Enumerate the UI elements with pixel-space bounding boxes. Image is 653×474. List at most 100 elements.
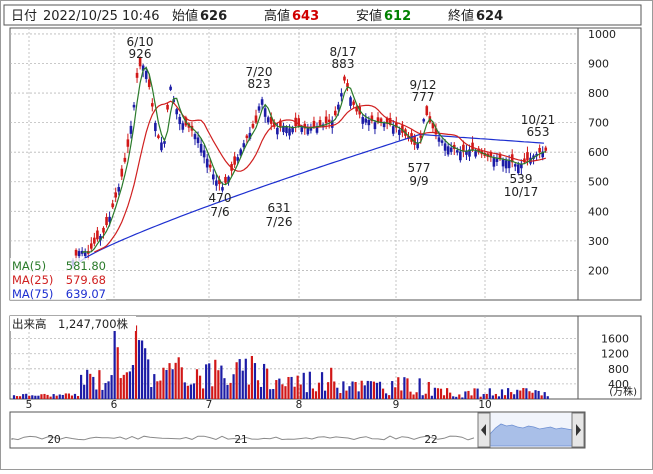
annotation-value: 577 bbox=[408, 161, 431, 175]
volume-bar bbox=[284, 386, 287, 399]
volume-bar bbox=[223, 378, 226, 399]
candle-body bbox=[90, 243, 93, 249]
volume-bar bbox=[92, 376, 95, 399]
candle-body bbox=[419, 135, 422, 138]
volume-bar bbox=[64, 393, 67, 399]
volume-bar bbox=[177, 357, 180, 399]
x-month-label: 10 bbox=[478, 399, 491, 411]
volume-bar bbox=[470, 395, 473, 399]
volume-bar bbox=[159, 380, 162, 399]
candle-body bbox=[443, 143, 447, 151]
volume-bar bbox=[134, 325, 138, 399]
volume-bar bbox=[513, 394, 516, 399]
volume-bar bbox=[458, 394, 461, 399]
volume-bar bbox=[314, 391, 318, 399]
volume-bar bbox=[439, 388, 443, 399]
volume-bar bbox=[113, 329, 116, 399]
navigator-left-handle[interactable] bbox=[477, 412, 491, 448]
volume-bar bbox=[156, 381, 159, 399]
candle-body bbox=[205, 158, 209, 168]
volume-bar bbox=[162, 367, 165, 399]
volume-bar bbox=[449, 392, 452, 399]
candle-body bbox=[425, 106, 429, 116]
price-y-tick-label: 500 bbox=[588, 176, 609, 189]
volume-bar bbox=[232, 374, 235, 399]
candle-body bbox=[221, 187, 224, 191]
volume-bar bbox=[400, 390, 403, 399]
legend-ma25-label: MA(25) bbox=[12, 273, 53, 287]
volume-y-tick-label: 800 bbox=[608, 363, 629, 376]
candle-body bbox=[129, 125, 133, 134]
candle-body bbox=[391, 126, 395, 134]
volume-bar bbox=[116, 347, 119, 399]
volume-bar bbox=[333, 381, 336, 399]
volume-bar bbox=[168, 363, 171, 399]
volume-bar bbox=[464, 391, 467, 399]
volume-bar bbox=[348, 386, 351, 399]
volume-bar bbox=[302, 372, 305, 399]
volume-bar bbox=[192, 383, 196, 399]
volume-bar bbox=[388, 395, 391, 399]
candle-body bbox=[257, 106, 261, 111]
volume-bar bbox=[418, 378, 421, 399]
volume-bar bbox=[476, 388, 479, 399]
candle-body bbox=[105, 216, 108, 226]
volume-bar bbox=[86, 369, 89, 399]
candle-body bbox=[504, 160, 508, 169]
candle-body bbox=[367, 119, 371, 126]
candle-body bbox=[123, 157, 127, 162]
navigator-year-label: 21 bbox=[234, 434, 247, 446]
volume-bar bbox=[253, 363, 257, 399]
navigator-right-handle[interactable] bbox=[571, 412, 585, 448]
volume-bar bbox=[342, 381, 345, 399]
volume-y-tick-label: 1600 bbox=[601, 333, 629, 346]
volume-bar bbox=[336, 387, 339, 399]
volume-bar bbox=[104, 383, 107, 399]
candle-body bbox=[196, 137, 200, 144]
volume-bar bbox=[61, 394, 64, 399]
volume-bar bbox=[537, 390, 540, 399]
volume-bar bbox=[430, 395, 433, 399]
volume-title: 出来高 bbox=[12, 317, 47, 331]
volume-bar bbox=[543, 392, 546, 399]
candle-body bbox=[318, 120, 322, 126]
price-y-tick-label: 600 bbox=[588, 146, 609, 159]
volume-bar bbox=[540, 395, 543, 399]
volume-bar bbox=[424, 393, 427, 399]
volume-bar bbox=[415, 392, 418, 399]
candle-body bbox=[364, 118, 368, 123]
candle-body bbox=[202, 150, 206, 158]
volume-bar bbox=[22, 394, 25, 399]
volume-bar bbox=[345, 390, 348, 399]
volume-bar bbox=[147, 359, 150, 399]
volume-bar bbox=[244, 358, 247, 399]
volume-bar bbox=[366, 380, 369, 399]
volume-bar bbox=[52, 394, 55, 399]
volume-latest: 1,247,700株 bbox=[58, 317, 129, 331]
navigator-year-label: 20 bbox=[47, 434, 60, 446]
volume-bar bbox=[436, 388, 440, 399]
candle-body bbox=[416, 143, 419, 149]
volume-bar bbox=[378, 381, 382, 399]
volume-bar bbox=[55, 395, 58, 399]
volume-bar bbox=[250, 355, 253, 399]
volume-bar bbox=[19, 396, 22, 399]
volume-bar bbox=[150, 387, 153, 399]
volume-bar bbox=[381, 388, 385, 399]
candle-body bbox=[166, 104, 169, 110]
volume-bar bbox=[247, 384, 250, 399]
volume-bar bbox=[275, 380, 278, 399]
candle-body bbox=[327, 119, 331, 123]
candle-body bbox=[507, 160, 511, 169]
candle-body bbox=[215, 180, 218, 186]
volume-bar bbox=[488, 388, 491, 399]
volume-bar bbox=[259, 386, 263, 399]
candle-body bbox=[446, 146, 450, 155]
x-month-label: 8 bbox=[296, 399, 303, 411]
x-month-label: 9 bbox=[393, 399, 400, 411]
candle-body bbox=[254, 115, 258, 123]
candle-body bbox=[245, 135, 249, 139]
volume-bar bbox=[278, 378, 281, 399]
volume-bar bbox=[412, 394, 415, 399]
volume-bar bbox=[80, 374, 83, 399]
